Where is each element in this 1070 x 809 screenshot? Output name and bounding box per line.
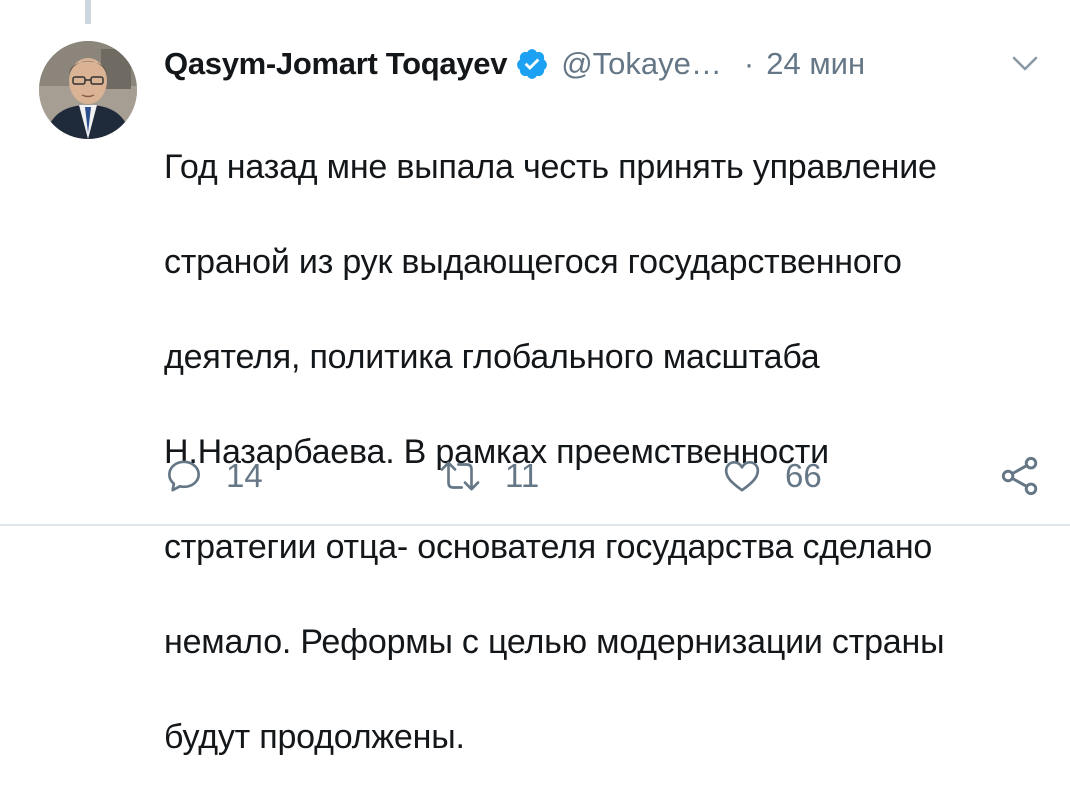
heart-icon [724,461,760,492]
like-button[interactable]: 66 [721,450,822,502]
avatar[interactable] [39,41,137,139]
share-button[interactable] [998,450,1042,502]
reply-button[interactable]: 14 [164,450,263,502]
tweet-actions: 14 11 66 [0,450,1070,502]
chevron-down-icon[interactable] [1008,52,1042,76]
author-handle[interactable]: @Tokaye… [561,46,722,82]
retweet-icon [440,461,480,491]
tweet-text-line: деятеля, политика глобального масштаба [164,337,820,376]
reply-icon [168,460,201,492]
like-count: 66 [785,457,822,494]
tweet-text-line: Год назад мне выпала честь принять управ… [164,147,937,186]
header-separator: · [743,46,755,81]
retweet-count: 11 [505,457,540,494]
thread-connector-line [85,0,91,24]
avatar-photo [39,41,137,139]
share-icon [1001,456,1038,496]
author-display-name[interactable]: Qasym-Jomart Toqayev [164,46,507,82]
retweet-button[interactable]: 11 [437,450,539,502]
tweet-text-line: стратегии отца- основателя государства с… [164,527,933,566]
verified-badge-icon [515,47,549,81]
tweet-header: Qasym-Jomart Toqayev @Tokaye… · 24 мин [164,42,1050,86]
reply-count: 14 [226,457,263,494]
tweet-text-line: немало. Реформы с целью модернизации стр… [164,622,945,661]
tweet-text-line: страной из рук выдающегося государственн… [164,242,902,281]
tweet-text-line: будут продолжены. [164,717,465,756]
tweet-timestamp[interactable]: 24 мин [766,46,865,82]
